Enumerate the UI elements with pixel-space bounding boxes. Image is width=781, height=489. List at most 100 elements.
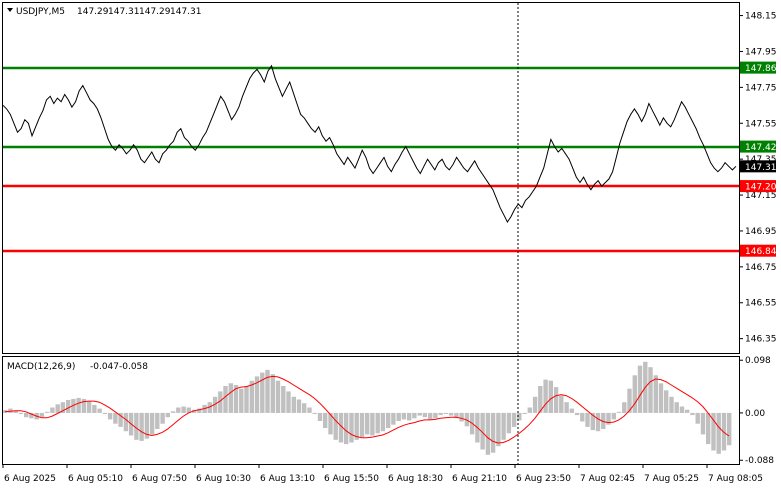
macd-histogram-bar: [438, 412, 443, 416]
macd-histogram-bar: [344, 412, 349, 445]
macd-histogram-bar: [286, 391, 291, 413]
price-panel-frame: [2, 2, 740, 354]
macd-histogram-bar: [559, 395, 564, 413]
price-axis-label: 146.75: [745, 263, 777, 273]
price-axis-label: 148.15: [745, 12, 777, 22]
macd-histogram-bar: [270, 374, 275, 413]
macd-histogram-bar: [97, 408, 102, 413]
macd-histogram-bar: [45, 411, 50, 413]
time-axis-label: 6 Aug 07:50: [132, 474, 187, 484]
macd-value: -0.047: [90, 362, 119, 372]
macd-histogram-bar: [386, 412, 391, 428]
macd-histogram-bar: [664, 390, 669, 413]
macd-histogram-bar: [86, 401, 92, 413]
macd-histogram-bar: [511, 412, 517, 427]
time-axis-label: 6 Aug 18:30: [388, 474, 443, 484]
macd-histogram-bar: [380, 412, 386, 432]
macd-signal-value: -0.058: [119, 362, 148, 372]
time-axis-label: 7 Aug 05:25: [644, 474, 699, 484]
macd-histogram-bar: [55, 404, 60, 413]
macd-histogram-bar: [317, 412, 323, 421]
macd-histogram-bar: [611, 412, 616, 420]
macd-histogram-bar: [648, 367, 653, 413]
time-axis-label: 7 Aug 02:45: [580, 474, 635, 484]
macd-histogram-bar: [585, 412, 590, 427]
macd-histogram-bar: [223, 386, 228, 413]
macd-histogram-bar: [433, 412, 438, 419]
macd-histogram-bar: [176, 407, 181, 413]
macd-histogram-bar: [139, 412, 144, 441]
macd-histogram-bar: [443, 412, 449, 414]
ohlc-high: 147.31: [108, 7, 140, 17]
time-axis-label: 6 Aug 13:10: [260, 474, 315, 484]
macd-histogram-bar: [302, 403, 307, 413]
macd-histogram-bar: [522, 412, 527, 414]
macd-histogram-bar: [375, 412, 380, 434]
price-axis-label: 147.55: [745, 119, 777, 129]
macd-histogram-bar: [265, 369, 270, 413]
macd-histogram-bar: [569, 408, 574, 413]
macd-histogram-bar: [653, 375, 658, 413]
macd-histogram-bar: [291, 396, 296, 413]
macd-histogram-bar: [396, 412, 401, 421]
price-axis-label: 147.75: [745, 83, 777, 93]
macd-histogram-bar: [359, 412, 365, 438]
macd-axis-label: 0.00: [745, 409, 765, 419]
ohlc-open: 147.29: [77, 7, 109, 17]
level-tag-label: 147.20: [745, 183, 777, 193]
chart-svg: 148.15147.95147.75147.55147.35147.15146.…: [2, 2, 777, 484]
time-axis-label: 6 Aug 10:30: [196, 474, 251, 484]
macd-histogram-bar: [622, 402, 627, 413]
macd-histogram-bar: [548, 380, 553, 413]
macd-histogram-bar: [706, 412, 711, 445]
macd-histogram-bar: [527, 407, 532, 413]
macd-histogram-bar: [564, 402, 569, 413]
level-tag-label: 147.42: [745, 143, 777, 153]
macd-histogram-bar: [417, 412, 422, 416]
macd-histogram-bar: [727, 412, 732, 446]
macd-histogram-bar: [632, 375, 637, 413]
price-axis-label: 146.35: [745, 335, 777, 345]
macd-histogram-bar: [679, 406, 685, 413]
time-axis-label: 6 Aug 05:10: [68, 474, 123, 484]
time-axis-label: 6 Aug 21:10: [452, 474, 507, 484]
macd-histogram-bar: [448, 412, 454, 416]
price-axis-label: 146.55: [745, 299, 777, 309]
level-tag-label: 146.84: [745, 247, 777, 257]
macd-histogram-bar: [160, 412, 165, 424]
macd-histogram-bar: [149, 412, 155, 435]
macd-histogram-bar: [674, 402, 679, 413]
macd-histogram-bar: [637, 365, 643, 413]
time-axis-label: 6 Aug 2025: [4, 474, 56, 484]
macd-histogram-bar: [349, 412, 354, 443]
macd-histogram-bar: [616, 411, 622, 413]
macd-histogram-bar: [333, 412, 338, 440]
macd-histogram-bar: [580, 412, 585, 422]
macd-histogram-bar: [574, 412, 580, 416]
macd-histogram-bar: [496, 412, 501, 447]
macd-histogram-bar: [685, 409, 690, 413]
time-axis-label: 7 Aug 08:05: [708, 474, 763, 484]
macd-axis-label: 0.098: [745, 356, 771, 366]
price-axis-label: 146.95: [745, 227, 777, 237]
macd-histogram-bar: [312, 412, 317, 414]
macd-histogram-bar: [459, 412, 464, 422]
macd-histogram-bar: [92, 404, 97, 413]
macd-histogram-bar: [76, 397, 81, 413]
macd-histogram-bar: [428, 412, 433, 420]
macd-histogram-bar: [716, 412, 721, 454]
macd-histogram-bar: [595, 412, 601, 432]
macd-histogram-bar: [721, 412, 727, 451]
macd-histogram-bar: [501, 412, 506, 440]
macd-histogram-bar: [412, 412, 417, 419]
macd-title: MACD(12,26,9): [7, 362, 75, 372]
level-tag-label: 147.86: [745, 64, 777, 74]
macd-histogram-bar: [700, 412, 706, 435]
macd-histogram-bar: [553, 387, 559, 413]
time-axis-label: 6 Aug 23:50: [516, 474, 571, 484]
macd-histogram-bar: [181, 406, 186, 413]
macd-histogram-bar: [532, 396, 538, 413]
macd-histogram-bar: [113, 412, 118, 424]
macd-histogram-bar: [543, 379, 548, 413]
macd-histogram-bar: [275, 380, 281, 413]
